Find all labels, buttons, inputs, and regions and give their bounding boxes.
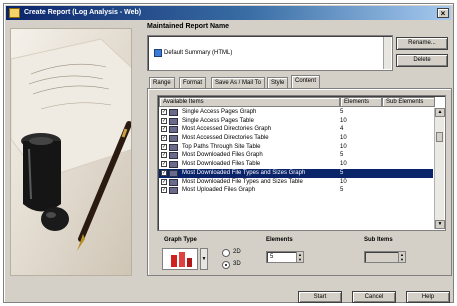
scroll-up-arrow-icon[interactable]: ▲ bbox=[435, 108, 445, 117]
row-item-name: Most Accessed Directories Graph bbox=[182, 126, 272, 133]
row-item-name: Top Paths Through Site Table bbox=[182, 143, 261, 150]
report-list-item-label: Default Summary (HTML) bbox=[164, 50, 233, 56]
row-elements-count: 10 bbox=[340, 178, 347, 185]
list-item[interactable]: ✓ Most Accessed Directories Table 10 bbox=[159, 134, 433, 143]
row-checkbox[interactable]: ✓ bbox=[161, 126, 167, 133]
cancel-button[interactable]: Cancel bbox=[352, 291, 396, 303]
scroll-thumb[interactable] bbox=[436, 132, 443, 142]
report-item-icon bbox=[169, 169, 178, 177]
list-item[interactable]: ✓ Most Downloaded File Types and Sizes Ta… bbox=[159, 178, 433, 187]
content-tab-panel: Available Items Elements Sub Elements ✓ S… bbox=[147, 88, 452, 276]
available-items-rows: ✓ Single Access Pages Graph 5 ✓ Single Acces… bbox=[159, 108, 433, 195]
create-report-window: Create Report (Log Analysis - Web) × Mai… bbox=[3, 3, 454, 303]
close-button[interactable]: × bbox=[437, 8, 449, 18]
elements-stepper[interactable]: 5 ▲ ▼ bbox=[266, 251, 304, 263]
row-checkbox[interactable]: ✓ bbox=[161, 161, 167, 168]
row-checkbox[interactable]: ✓ bbox=[161, 109, 167, 115]
report-item-icon bbox=[169, 117, 178, 125]
graph-2d-label: 2D bbox=[233, 249, 241, 255]
maintained-report-name-label: Maintained Report Name bbox=[147, 23, 230, 30]
row-checkbox[interactable]: ✓ bbox=[161, 135, 167, 142]
help-button[interactable]: Help bbox=[406, 291, 450, 303]
graph-2d-radio[interactable] bbox=[222, 249, 230, 257]
row-item-name: Single Access Pages Graph bbox=[182, 109, 257, 115]
report-item-icon bbox=[169, 152, 178, 160]
row-elements-count: 10 bbox=[340, 135, 347, 142]
list-item[interactable]: ✓ Most Downloaded Files Graph 5 bbox=[159, 151, 433, 160]
elements-label: Elements bbox=[266, 237, 293, 243]
items-list-scrollbar[interactable]: ▲ ▼ bbox=[434, 108, 445, 229]
row-checkbox[interactable]: ✓ bbox=[161, 143, 167, 150]
list-header: Available Items Elements Sub Elements bbox=[159, 97, 444, 107]
graph-type-picker[interactable]: ▼ bbox=[162, 246, 212, 271]
bar-chart-icon bbox=[162, 248, 198, 270]
rename-button[interactable]: Rename... bbox=[396, 37, 448, 50]
list-item[interactable]: ✓ Single Access Pages Table 10 bbox=[159, 117, 433, 126]
row-item-name: Most Uploaded Files Graph bbox=[182, 187, 256, 194]
row-elements-count: 5 bbox=[340, 152, 344, 159]
sub-items-label: Sub Items bbox=[364, 237, 393, 243]
scroll-down-arrow-icon[interactable]: ▼ bbox=[435, 220, 445, 229]
graph-3d-radio[interactable] bbox=[222, 261, 230, 269]
elements-spin-arrows-icon[interactable]: ▲ ▼ bbox=[296, 252, 303, 262]
row-checkbox[interactable]: ✓ bbox=[161, 187, 167, 194]
row-elements-count: 10 bbox=[340, 143, 347, 150]
graph-type-label: Graph Type bbox=[164, 237, 197, 243]
report-item-icon bbox=[169, 143, 178, 151]
delete-button[interactable]: Delete bbox=[396, 54, 448, 67]
html-report-icon bbox=[154, 49, 162, 57]
list-item[interactable]: ✓ Most Uploaded Files Graph 5 bbox=[159, 186, 433, 195]
list-item[interactable]: ✓ Most Downloaded Files Table 10 bbox=[159, 160, 433, 169]
elements-value: 5 bbox=[270, 254, 274, 260]
row-checkbox[interactable]: ✓ bbox=[161, 178, 167, 185]
report-item-icon bbox=[169, 109, 178, 116]
row-checkbox[interactable]: ✓ bbox=[161, 152, 167, 159]
report-list-item[interactable]: Default Summary (HTML) bbox=[152, 48, 232, 58]
report-name-list[interactable]: Default Summary (HTML) bbox=[147, 35, 393, 71]
tab-content[interactable]: Content bbox=[291, 75, 321, 89]
column-header-elements[interactable]: Elements bbox=[340, 97, 382, 107]
app-icon bbox=[9, 8, 20, 18]
sub-items-stepper[interactable]: ▲ ▼ bbox=[364, 251, 406, 263]
row-item-name: Most Downloaded File Types and Sizes Gra… bbox=[182, 169, 306, 176]
column-header-available-items[interactable]: Available Items bbox=[159, 97, 340, 107]
list-item[interactable]: ✓ Most Downloaded File Types and Sizes Gr… bbox=[159, 168, 433, 178]
list-item[interactable]: ✓ Top Paths Through Site Table 10 bbox=[159, 143, 433, 152]
list-item[interactable]: ✓ Single Access Pages Graph 5 bbox=[159, 108, 433, 117]
row-checkbox[interactable]: ✓ bbox=[161, 117, 167, 124]
sub-items-spin-arrows-icon[interactable]: ▲ ▼ bbox=[398, 252, 405, 262]
column-header-sub-elements[interactable]: Sub Elements bbox=[382, 97, 435, 107]
row-checkbox[interactable]: ✓ bbox=[161, 169, 167, 176]
graph-type-dropdown-icon[interactable]: ▼ bbox=[200, 248, 208, 270]
title-bar[interactable]: Create Report (Log Analysis - Web) × bbox=[6, 6, 451, 20]
ink-and-pen-photo bbox=[10, 28, 132, 276]
window-title: Create Report (Log Analysis - Web) bbox=[24, 9, 142, 16]
list-item[interactable]: ✓ Most Accessed Directories Graph 4 bbox=[159, 125, 433, 134]
row-elements-count: 5 bbox=[340, 109, 344, 115]
report-item-icon bbox=[169, 135, 178, 143]
report-item-icon bbox=[169, 161, 178, 169]
report-item-icon bbox=[169, 126, 178, 134]
row-elements-count: 4 bbox=[340, 126, 344, 133]
row-elements-count: 10 bbox=[340, 117, 347, 124]
report-list-scrollbar[interactable] bbox=[383, 37, 391, 69]
available-items-list[interactable]: Available Items Elements Sub Elements ✓ S… bbox=[157, 95, 446, 231]
row-item-name: Most Accessed Directories Table bbox=[182, 135, 269, 142]
row-elements-count: 5 bbox=[340, 169, 344, 176]
row-elements-count: 5 bbox=[340, 187, 344, 194]
row-elements-count: 10 bbox=[340, 161, 347, 168]
graph-3d-label: 3D bbox=[233, 261, 241, 267]
row-item-name: Single Access Pages Table bbox=[182, 117, 254, 124]
row-item-name: Most Downloaded File Types and Sizes Tab… bbox=[182, 178, 303, 185]
start-button[interactable]: Start bbox=[298, 291, 342, 303]
row-item-name: Most Downloaded Files Table bbox=[182, 161, 261, 168]
row-item-name: Most Downloaded Files Graph bbox=[182, 152, 263, 159]
report-item-icon bbox=[169, 178, 178, 186]
report-item-icon bbox=[169, 187, 178, 195]
